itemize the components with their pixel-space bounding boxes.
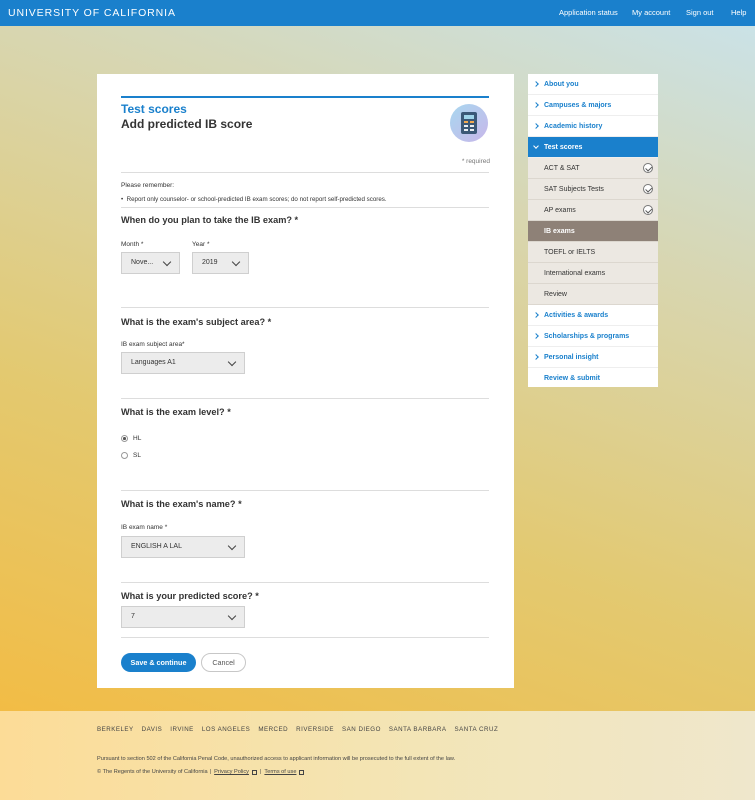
nav-help[interactable]: Help [731,8,746,17]
year-label: Year * [192,241,210,248]
sidebar-subitem-ap-exams[interactable]: AP exams [528,200,658,221]
campus-link[interactable]: IRVINE [170,726,194,733]
radio-unselected[interactable] [121,452,128,459]
level-option-hl[interactable]: HL [121,435,141,442]
copyright-text: © The Regents of the University of Calif… [97,769,208,775]
footer: BERKELEY DAVIS IRVINE LOS ANGELES MERCED… [0,711,755,800]
sidebar-item-scholarships-programs[interactable]: Scholarships & programs [528,326,658,347]
campus-link[interactable]: SANTA BARBARA [389,726,447,733]
chevron-down-icon [227,357,237,367]
exam-name-label: IB exam name * [121,524,168,531]
chevron-right-icon [533,333,539,339]
sidebar-subitem-review[interactable]: Review [528,284,658,305]
external-link-icon [299,769,305,775]
chevron-down-icon [162,257,172,267]
cancel-button[interactable]: Cancel [201,653,246,672]
check-circle-icon [643,205,653,215]
divider [121,582,489,583]
chevron-down-icon [227,611,237,621]
sidebar-subitem-ib-exams[interactable]: IB exams [528,221,658,242]
section-label: Test scores [121,102,187,116]
brand-logo[interactable]: UNIVERSITY OF CALIFORNIA [8,7,176,19]
copyright-row: © The Regents of the University of Calif… [97,769,307,775]
campus-link[interactable]: SAN DIEGO [342,726,381,733]
exam-name-select[interactable]: ENGLISH A LAL [121,536,245,558]
level-option-sl[interactable]: SL [121,452,141,459]
sidebar-item-activities-awards[interactable]: Activities & awards [528,305,658,326]
main-card: Test scores Add predicted IB score * req… [97,74,514,688]
sidebar-item-campuses-majors[interactable]: Campuses & majors [528,95,658,116]
campus-list: BERKELEY DAVIS IRVINE LOS ANGELES MERCED… [97,726,506,733]
subject-label: IB exam subject area* [121,341,185,348]
divider [121,398,489,399]
chevron-right-icon [533,102,539,108]
divider [121,172,489,173]
sidebar-item-personal-insight[interactable]: Personal insight [528,347,658,368]
sidebar-item-review-submit[interactable]: Review & submit [528,368,658,389]
chevron-down-icon [227,541,237,551]
required-note: * required [461,158,490,165]
section-divider [121,96,489,98]
campus-link[interactable]: SANTA CRUZ [455,726,499,733]
sidebar-item-academic-history[interactable]: Academic history [528,116,658,137]
year-select[interactable]: 2019 [192,252,249,274]
chevron-right-icon [533,81,539,87]
question-predicted-score: What is your predicted score? * [121,591,259,601]
question-exam-date: When do you plan to take the IB exam? * [121,215,299,225]
chevron-right-icon [533,354,539,360]
sidebar-subitem-sat-subjects[interactable]: SAT Subjects Tests [528,179,658,200]
month-select[interactable]: Nove... [121,252,180,274]
sidebar-subitem-act-sat[interactable]: ACT & SAT [528,158,658,179]
legal-notice: Pursuant to section 502 of the Californi… [97,756,456,762]
chevron-right-icon [533,123,539,129]
subject-select[interactable]: Languages A1 [121,352,245,374]
sidebar-subitem-international-exams[interactable]: International exams [528,263,658,284]
question-exam-level: What is the exam level? * [121,407,231,417]
campus-link[interactable]: BERKELEY [97,726,134,733]
nav-my-account[interactable]: My account [632,8,670,17]
score-select[interactable]: 7 [121,606,245,628]
remember-heading: Please remember: [121,182,175,189]
top-bar: UNIVERSITY OF CALIFORNIA Application sta… [0,0,755,26]
sidebar-subitem-toefl-ielts[interactable]: TOEFL or IELTS [528,242,658,263]
terms-of-use-link[interactable]: Terms of use [264,769,296,775]
external-link-icon [251,769,257,775]
sidebar-item-about-you[interactable]: About you [528,74,658,95]
campus-link[interactable]: RIVERSIDE [296,726,334,733]
question-exam-name: What is the exam's name? * [121,499,242,509]
chevron-down-icon [533,143,539,149]
chevron-right-icon [533,312,539,318]
campus-link[interactable]: MERCED [258,726,288,733]
divider [121,307,489,308]
chevron-down-icon [231,257,241,267]
divider [121,637,489,638]
radio-selected[interactable] [121,435,128,442]
campus-link[interactable]: LOS ANGELES [202,726,251,733]
remember-item: • Report only counselor- or school-predi… [121,196,387,203]
divider [121,490,489,491]
divider [121,207,489,208]
month-label: Month * [121,241,144,248]
nav-sign-out[interactable]: Sign out [686,8,714,17]
privacy-policy-link[interactable]: Privacy Policy [214,769,249,775]
save-continue-button[interactable]: Save & continue [121,653,196,672]
nav-application-status[interactable]: Application status [559,8,618,17]
sidebar-item-test-scores[interactable]: Test scores [528,137,658,158]
page-title: Add predicted IB score [121,117,253,131]
campus-link[interactable]: DAVIS [142,726,163,733]
sidebar-nav: About you Campuses & majors Academic his… [528,74,658,387]
calculator-icon [450,104,488,142]
check-circle-icon [643,184,653,194]
check-circle-icon [643,163,653,173]
question-subject-area: What is the exam's subject area? * [121,317,272,327]
